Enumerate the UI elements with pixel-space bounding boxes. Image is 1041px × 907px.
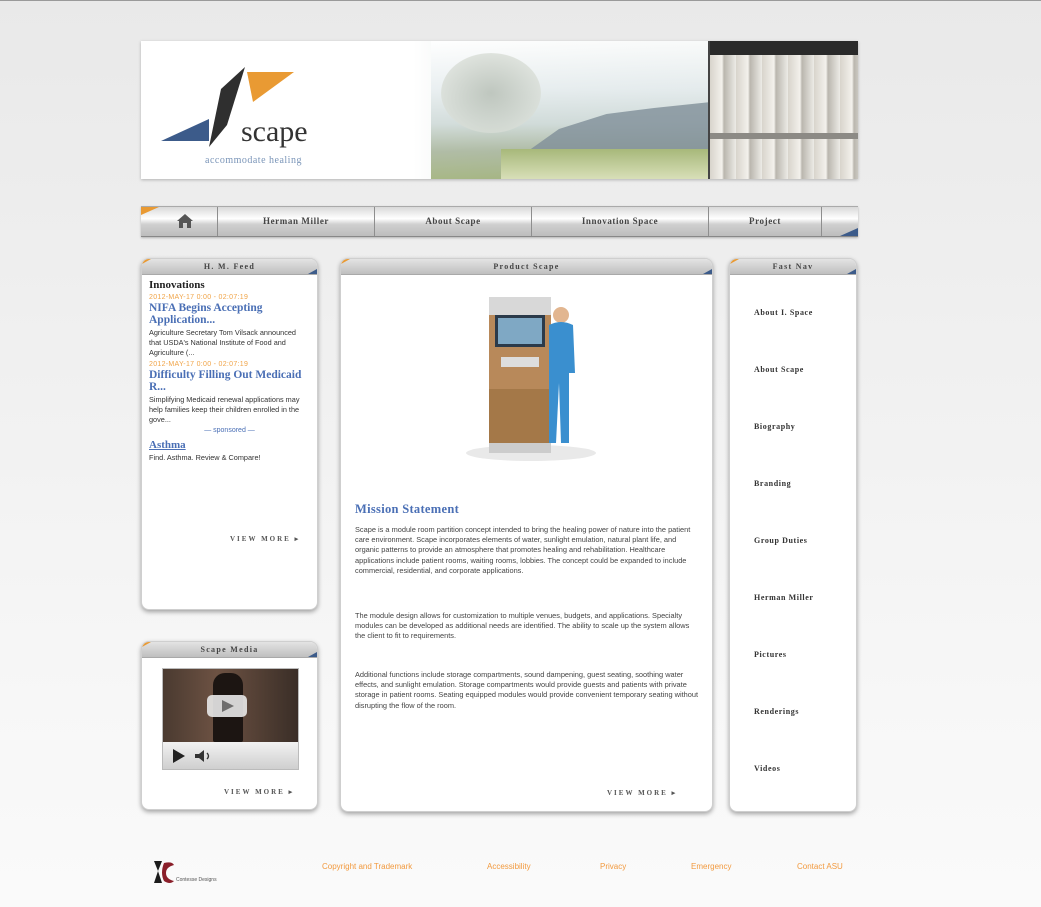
section-title: Innovations xyxy=(149,279,205,291)
panel-header: Fast Nav xyxy=(730,259,856,275)
main-nav: Herman Miller About Scape Innovation Spa… xyxy=(141,206,858,237)
ad-text: Find. Asthma. Review & Compare! xyxy=(149,453,261,462)
news-summary: Agriculture Secretary Tom Vilsack announ… xyxy=(149,328,296,357)
footer-logo-text: Contesse Designs xyxy=(176,877,217,883)
volume-icon[interactable] xyxy=(195,750,213,762)
nav-corner-accent xyxy=(840,228,858,236)
fast-nav-branding[interactable]: Branding xyxy=(754,479,791,488)
footer-link-emergency[interactable]: Emergency xyxy=(691,862,731,871)
product-panel: Product Scape Mission Statement Scape is… xyxy=(340,258,713,812)
media-panel: Scape Media VIEW MORE ▸ xyxy=(141,641,318,810)
logo-wordmark: scape xyxy=(241,115,308,148)
footer-link-copyright[interactable]: Copyright and Trademark xyxy=(322,862,412,871)
fast-nav-panel: Fast Nav About I. Space About Scape Biog… xyxy=(729,258,857,812)
mission-paragraph: The module design allows for customizati… xyxy=(355,611,690,641)
nav-about-scape[interactable]: About Scape xyxy=(375,207,532,236)
panel-header: H. M. Feed xyxy=(142,259,317,275)
panel-title: Product Scape xyxy=(493,262,560,271)
nav-herman-miller[interactable]: Herman Miller xyxy=(218,207,375,236)
fast-nav-about-i-space[interactable]: About I. Space xyxy=(754,308,813,317)
view-more-link[interactable]: VIEW MORE ▸ xyxy=(230,535,300,543)
logo-tagline: accommodate healing xyxy=(205,155,302,166)
video-player[interactable] xyxy=(162,668,299,770)
fast-nav-renderings[interactable]: Renderings xyxy=(754,707,799,716)
footer-logo[interactable]: Contesse Designs xyxy=(152,859,232,889)
fast-nav-herman-miller[interactable]: Herman Miller xyxy=(754,593,814,602)
fast-nav-group-duties[interactable]: Group Duties xyxy=(754,536,808,545)
fast-nav-videos[interactable]: Videos xyxy=(754,764,780,773)
fast-nav-pictures[interactable]: Pictures xyxy=(754,650,787,659)
panel-title: H. M. Feed xyxy=(203,262,256,271)
play-overlay-icon[interactable] xyxy=(207,695,247,717)
play-icon[interactable] xyxy=(172,749,186,763)
mission-paragraph: Additional functions include storage com… xyxy=(355,670,699,710)
news-date: 2012-MAY-17 0:00 - 02:07:19 xyxy=(149,294,249,301)
banner-field xyxy=(501,149,711,179)
news-feed-panel: H. M. Feed Innovations 2012-MAY-17 0:00 … xyxy=(141,258,318,610)
panel-title: Fast Nav xyxy=(772,262,814,271)
view-more-link[interactable]: VIEW MORE ▸ xyxy=(224,788,294,796)
footer-link-contact[interactable]: Contact ASU xyxy=(797,862,843,871)
news-date: 2012-MAY-17 0:00 - 02:07:19 xyxy=(149,361,249,368)
video-controls xyxy=(163,742,298,769)
contesse-logo-icon xyxy=(154,861,174,883)
home-icon[interactable] xyxy=(177,214,193,228)
mission-paragraph: Scape is a module room partition concept… xyxy=(355,525,691,575)
sponsored-separator: — sponsored — xyxy=(204,427,255,434)
fast-nav-about-scape[interactable]: About Scape xyxy=(754,365,804,374)
banner-photo-panels xyxy=(708,41,858,179)
nav-home[interactable] xyxy=(141,207,218,236)
mission-statement-title: Mission Statement xyxy=(355,502,460,516)
panel-title: Scape Media xyxy=(200,645,259,654)
footer-link-privacy[interactable]: Privacy xyxy=(600,862,626,871)
news-headline-link[interactable]: Difficulty Filling Out Medicaid R... xyxy=(149,369,309,393)
panel-header: Product Scape xyxy=(341,259,712,275)
panel-header: Scape Media xyxy=(142,642,317,658)
nav-project[interactable]: Project xyxy=(709,207,822,236)
product-kiosk-image xyxy=(466,297,596,461)
news-summary: Simplifying Medicaid renewal application… xyxy=(149,395,300,424)
view-more-link[interactable]: VIEW MORE ▸ xyxy=(607,789,677,797)
footer-link-accessibility[interactable]: Accessibility xyxy=(487,862,531,871)
header-banner: scape accommodate healing xyxy=(141,41,858,179)
ad-title-link[interactable]: Asthma xyxy=(149,439,317,451)
banner-tree xyxy=(441,53,541,133)
news-headline-link[interactable]: NIFA Begins Accepting Application... xyxy=(149,302,309,326)
fast-nav-biography[interactable]: Biography xyxy=(754,422,795,431)
nav-innovation-space[interactable]: Innovation Space xyxy=(532,207,709,236)
